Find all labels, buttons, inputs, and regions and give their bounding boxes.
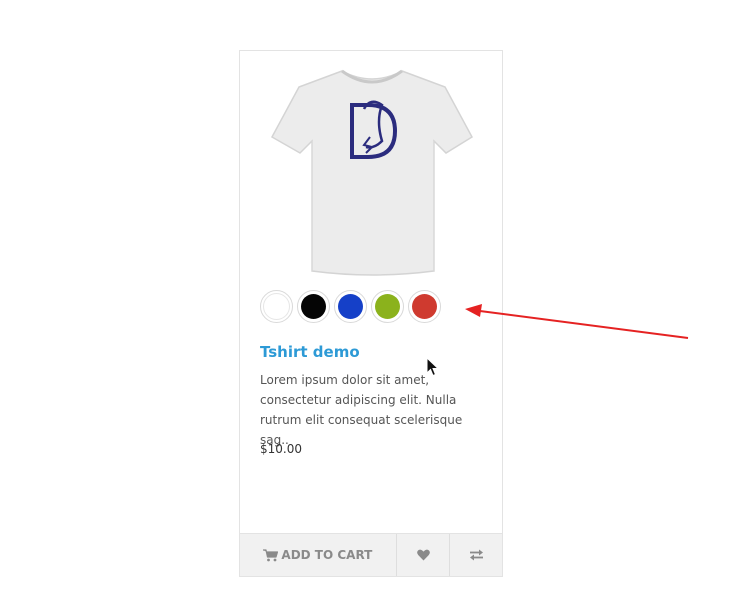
wishlist-button[interactable] xyxy=(397,534,451,576)
product-description: Lorem ipsum dolor sit amet, consectetur … xyxy=(260,373,463,447)
compare-arrows-icon xyxy=(469,549,483,561)
swatch-color-green xyxy=(375,294,400,319)
swatch-color-blue xyxy=(338,294,363,319)
product-title-link[interactable]: Tshirt demo xyxy=(260,343,360,361)
swatch-color-black xyxy=(301,294,326,319)
swatch-red[interactable] xyxy=(408,290,441,323)
swatch-black[interactable] xyxy=(297,290,330,323)
swatch-color-red xyxy=(412,294,437,319)
add-to-cart-button[interactable]: ADD TO CART xyxy=(240,534,397,576)
swatch-green[interactable] xyxy=(371,290,404,323)
product-price: $10.00 xyxy=(260,442,302,456)
tshirt-image[interactable] xyxy=(270,65,474,287)
add-to-cart-label: ADD TO CART xyxy=(281,548,373,562)
mouse-cursor-icon xyxy=(426,357,440,377)
compare-button[interactable] xyxy=(450,534,502,576)
heart-icon xyxy=(416,549,430,561)
product-card: Tshirt demo Lorem ipsum dolor sit amet, … xyxy=(239,50,503,577)
color-swatches xyxy=(260,290,441,323)
product-actions: ADD TO CART xyxy=(240,533,502,576)
cart-icon xyxy=(263,548,279,561)
swatch-color-white xyxy=(263,293,290,320)
swatch-blue[interactable] xyxy=(334,290,367,323)
swatch-white[interactable] xyxy=(260,290,293,323)
